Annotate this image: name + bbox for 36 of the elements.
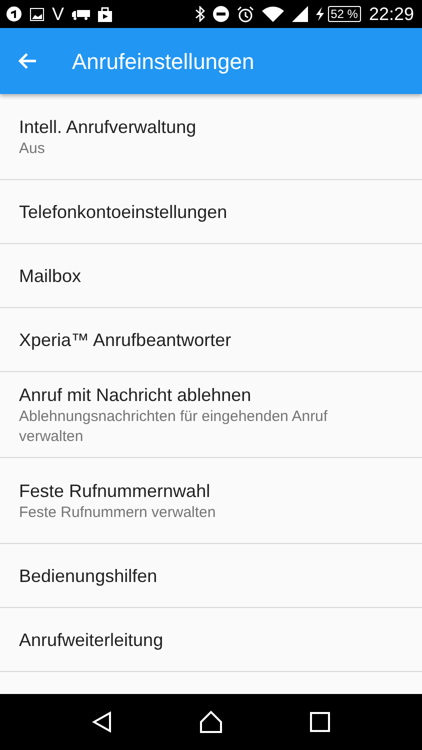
settings-item[interactable]: Anrufweiterleitung <box>0 608 422 672</box>
item-title: Feste Rufnummernwahl <box>19 480 212 502</box>
recents-icon[interactable] <box>310 712 330 732</box>
notification-icon <box>6 6 22 22</box>
settings-item[interactable]: Mailbox <box>0 244 422 308</box>
item-title: Anruf mit Nachricht ablehnen <box>19 384 252 406</box>
clock: 22:29 <box>368 5 414 23</box>
settings-item[interactable]: Bedienungshilfen <box>0 544 422 608</box>
status-letter: V <box>52 5 64 23</box>
do-not-disturb-icon <box>212 6 229 22</box>
settings-item[interactable]: Telefonkontoeinstellungen <box>0 180 422 244</box>
item-title: Intell. Anrufverwaltung <box>19 116 198 138</box>
item-summary: Feste Rufnummern verwalten <box>19 502 217 522</box>
truck-icon <box>72 8 90 20</box>
settings-item[interactable]: Anruf mit Nachricht ablehnen Ablehnungsnachrichten für eingehenden Anruf verwalten <box>0 372 422 458</box>
item-summary: Aus <box>19 138 46 158</box>
item-summary: Ablehnungsnachrichten für eingehenden Anruf verwalten <box>19 406 329 446</box>
back-icon[interactable] <box>92 711 112 733</box>
play-store-icon <box>98 6 112 22</box>
item-title: Mailbox <box>19 264 82 288</box>
settings-item[interactable]: Xperia™ Anrufbeantworter <box>0 308 422 372</box>
item-title: Telefonkontoeinstellungen <box>19 200 228 224</box>
charging-icon <box>316 7 324 21</box>
signal-icon <box>292 6 308 22</box>
settings-item[interactable]: Intell. Anrufverwaltung Aus <box>0 94 422 180</box>
alarm-icon <box>236 6 254 22</box>
item-title: Xperia™ Anrufbeantworter <box>19 328 232 352</box>
home-icon[interactable] <box>198 710 223 734</box>
item-title: Bedienungshilfen <box>19 564 158 588</box>
bluetooth-icon <box>194 6 205 22</box>
screen-title: Anrufeinstellungen <box>71 48 254 76</box>
wifi-icon <box>262 6 284 22</box>
image-icon <box>30 8 44 20</box>
settings-item[interactable]: Feste Rufnummernwahl Feste Rufnummern verwalten <box>0 458 422 544</box>
item-title: Anrufweiterleitung <box>19 628 164 652</box>
battery-level: 52 % <box>328 6 361 22</box>
